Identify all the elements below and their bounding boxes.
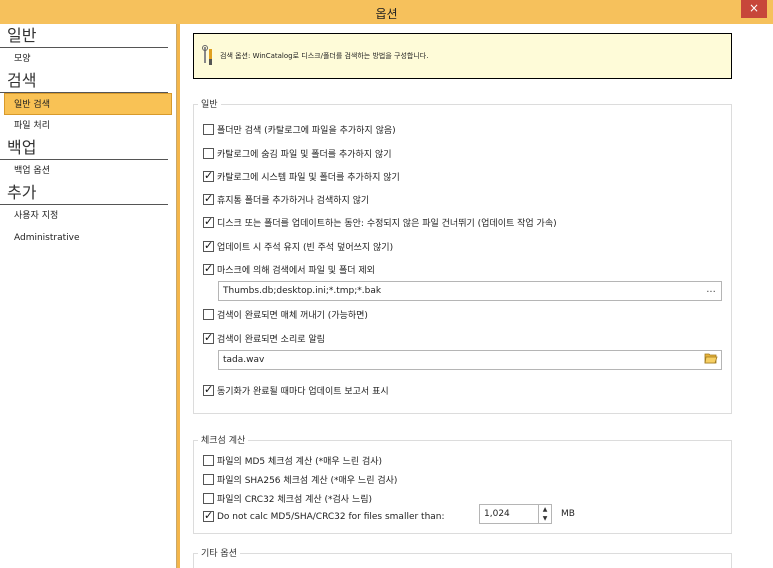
spin-up-icon[interactable]: ▲ bbox=[539, 505, 551, 514]
checkbox[interactable] bbox=[203, 124, 214, 135]
sidebar-item-custom[interactable]: 사용자 지정 bbox=[0, 205, 176, 227]
checkbox[interactable] bbox=[203, 215, 214, 228]
general-legend: 일반 bbox=[198, 97, 221, 110]
window-title: 옵션 bbox=[375, 7, 398, 21]
close-button[interactable]: × bbox=[741, 0, 767, 18]
mask-value: Thumbs.db;desktop.ini;*.tmp;*.bak bbox=[223, 286, 382, 296]
option-skip-system[interactable]: 카탈로그에 시스템 파일 및 폴더를 추가하지 않기 bbox=[203, 169, 400, 183]
option-label: 폴더만 검색 (카탈로그에 파일을 추가하지 않음) bbox=[217, 126, 396, 136]
option-label: 카탈로그에 시스템 파일 및 폴더를 추가하지 않기 bbox=[217, 173, 400, 183]
option-label: 파일의 CRC32 체크섬 계산 (*검사 느림) bbox=[217, 495, 373, 505]
option-label: 검색이 완료되면 매체 꺼내기 (가능하면) bbox=[217, 311, 368, 321]
ellipsis-icon[interactable]: ... bbox=[703, 283, 719, 299]
sidebar-group-general: 일반 bbox=[0, 25, 168, 48]
mask-input[interactable]: Thumbs.db;desktop.ini;*.tmp;*.bak ... bbox=[218, 281, 722, 301]
sidebar: 일반 모양 검색 일반 검색 파일 처리 백업 백업 옵션 추가 사용자 지정 … bbox=[0, 24, 177, 568]
option-skip-hidden[interactable]: 카탈로그에 숨김 파일 및 폴더를 추가하지 않기 bbox=[203, 147, 392, 160]
option-label: 카탈로그에 숨김 파일 및 폴더를 추가하지 않기 bbox=[217, 150, 392, 160]
checkbox[interactable] bbox=[203, 262, 214, 275]
option-skip-recycle[interactable]: 휴지통 폴더를 추가하거나 검색하지 않기 bbox=[203, 192, 370, 206]
checkbox[interactable] bbox=[203, 455, 214, 466]
checkbox[interactable] bbox=[203, 509, 214, 522]
checkbox[interactable] bbox=[203, 239, 214, 252]
info-banner: 검색 옵션: WinCatalog로 디스크/폴더를 검색하는 방법을 구성합니… bbox=[193, 33, 732, 79]
checkbox[interactable] bbox=[203, 383, 214, 396]
option-md5[interactable]: 파일의 MD5 체크섬 계산 (*매우 느린 검사) bbox=[203, 454, 382, 467]
sidebar-item-file-processing[interactable]: 파일 처리 bbox=[0, 115, 176, 137]
option-label: 동기화가 완료될 때마다 업데이트 보고서 표시 bbox=[217, 387, 389, 397]
sidebar-group-scan: 검색 bbox=[0, 70, 168, 93]
close-icon: × bbox=[748, 1, 760, 15]
option-label: 파일의 MD5 체크섬 계산 (*매우 느린 검사) bbox=[217, 457, 383, 467]
sidebar-item-backup-options[interactable]: 백업 옵션 bbox=[0, 160, 176, 182]
option-skip-unmodified[interactable]: 디스크 또는 폴더를 업데이트하는 동안: 수정되지 않은 파일 건너뛰기 (업… bbox=[203, 215, 557, 229]
size-stepper[interactable]: 1,024 ▲ ▼ bbox=[479, 504, 552, 524]
option-label: 파일의 SHA256 체크섬 계산 (*매우 느린 검사) bbox=[217, 476, 398, 486]
folder-open-icon[interactable] bbox=[703, 352, 719, 368]
other-group bbox=[193, 553, 732, 568]
option-crc32[interactable]: 파일의 CRC32 체크섬 계산 (*검사 느림) bbox=[203, 492, 372, 505]
checksum-legend: 체크섬 계산 bbox=[198, 433, 249, 446]
option-sound-notify[interactable]: 검색이 완료되면 소리로 알림 bbox=[203, 331, 325, 345]
size-unit: MB bbox=[561, 509, 575, 519]
spin-down-icon[interactable]: ▼ bbox=[539, 514, 551, 523]
checkbox[interactable] bbox=[203, 148, 214, 159]
option-label: 휴지통 폴더를 추가하거나 검색하지 않기 bbox=[217, 196, 370, 206]
option-keep-comments[interactable]: 업데이트 시 주석 유지 (빈 주석 덮어쓰지 않기) bbox=[203, 239, 394, 253]
sidebar-item-appearance[interactable]: 모양 bbox=[0, 48, 176, 70]
option-label: 업데이트 시 주석 유지 (빈 주석 덮어쓰지 않기) bbox=[217, 243, 394, 253]
sidebar-group-extra: 추가 bbox=[0, 182, 168, 205]
wrench-icon bbox=[202, 45, 214, 72]
other-legend: 기타 옵션 bbox=[198, 546, 240, 559]
checkbox[interactable] bbox=[203, 309, 214, 320]
option-label: 디스크 또는 폴더를 업데이트하는 동안: 수정되지 않은 파일 건너뛰기 (업… bbox=[217, 219, 557, 229]
checkbox[interactable] bbox=[203, 474, 214, 485]
option-eject-media[interactable]: 검색이 완료되면 매체 꺼내기 (가능하면) bbox=[203, 308, 368, 321]
size-value: 1,024 bbox=[484, 509, 510, 519]
option-sha256[interactable]: 파일의 SHA256 체크섬 계산 (*매우 느린 검사) bbox=[203, 473, 397, 486]
info-text: 검색 옵션: WinCatalog로 디스크/폴더를 검색하는 방법을 구성합니… bbox=[220, 52, 429, 60]
sound-value: tada.wav bbox=[223, 355, 265, 365]
option-min-size[interactable]: Do not calc MD5/SHA/CRC32 for files smal… bbox=[203, 509, 445, 522]
option-label: 검색이 완료되면 소리로 알림 bbox=[217, 335, 325, 345]
checkbox[interactable] bbox=[203, 331, 214, 344]
checkbox[interactable] bbox=[203, 169, 214, 182]
option-exclude-mask[interactable]: 마스크에 의해 검색에서 파일 및 폴더 제외 bbox=[203, 262, 375, 276]
checkbox[interactable] bbox=[203, 493, 214, 504]
sidebar-group-backup: 백업 bbox=[0, 137, 168, 160]
checkbox[interactable] bbox=[203, 192, 214, 205]
sound-input[interactable]: tada.wav bbox=[218, 350, 722, 370]
option-label: 마스크에 의해 검색에서 파일 및 폴더 제외 bbox=[217, 266, 375, 276]
option-folders-only[interactable]: 폴더만 검색 (카탈로그에 파일을 추가하지 않음) bbox=[203, 123, 396, 136]
option-sync-report[interactable]: 동기화가 완료될 때마다 업데이트 보고서 표시 bbox=[203, 383, 389, 397]
sidebar-item-administrative[interactable]: Administrative bbox=[0, 227, 176, 249]
title-bar: 옵션 × bbox=[0, 0, 773, 24]
sidebar-item-general-scan[interactable]: 일반 검색 bbox=[4, 93, 172, 115]
option-label: Do not calc MD5/SHA/CRC32 for files smal… bbox=[217, 511, 445, 522]
stepper-arrows: ▲ ▼ bbox=[538, 505, 551, 523]
